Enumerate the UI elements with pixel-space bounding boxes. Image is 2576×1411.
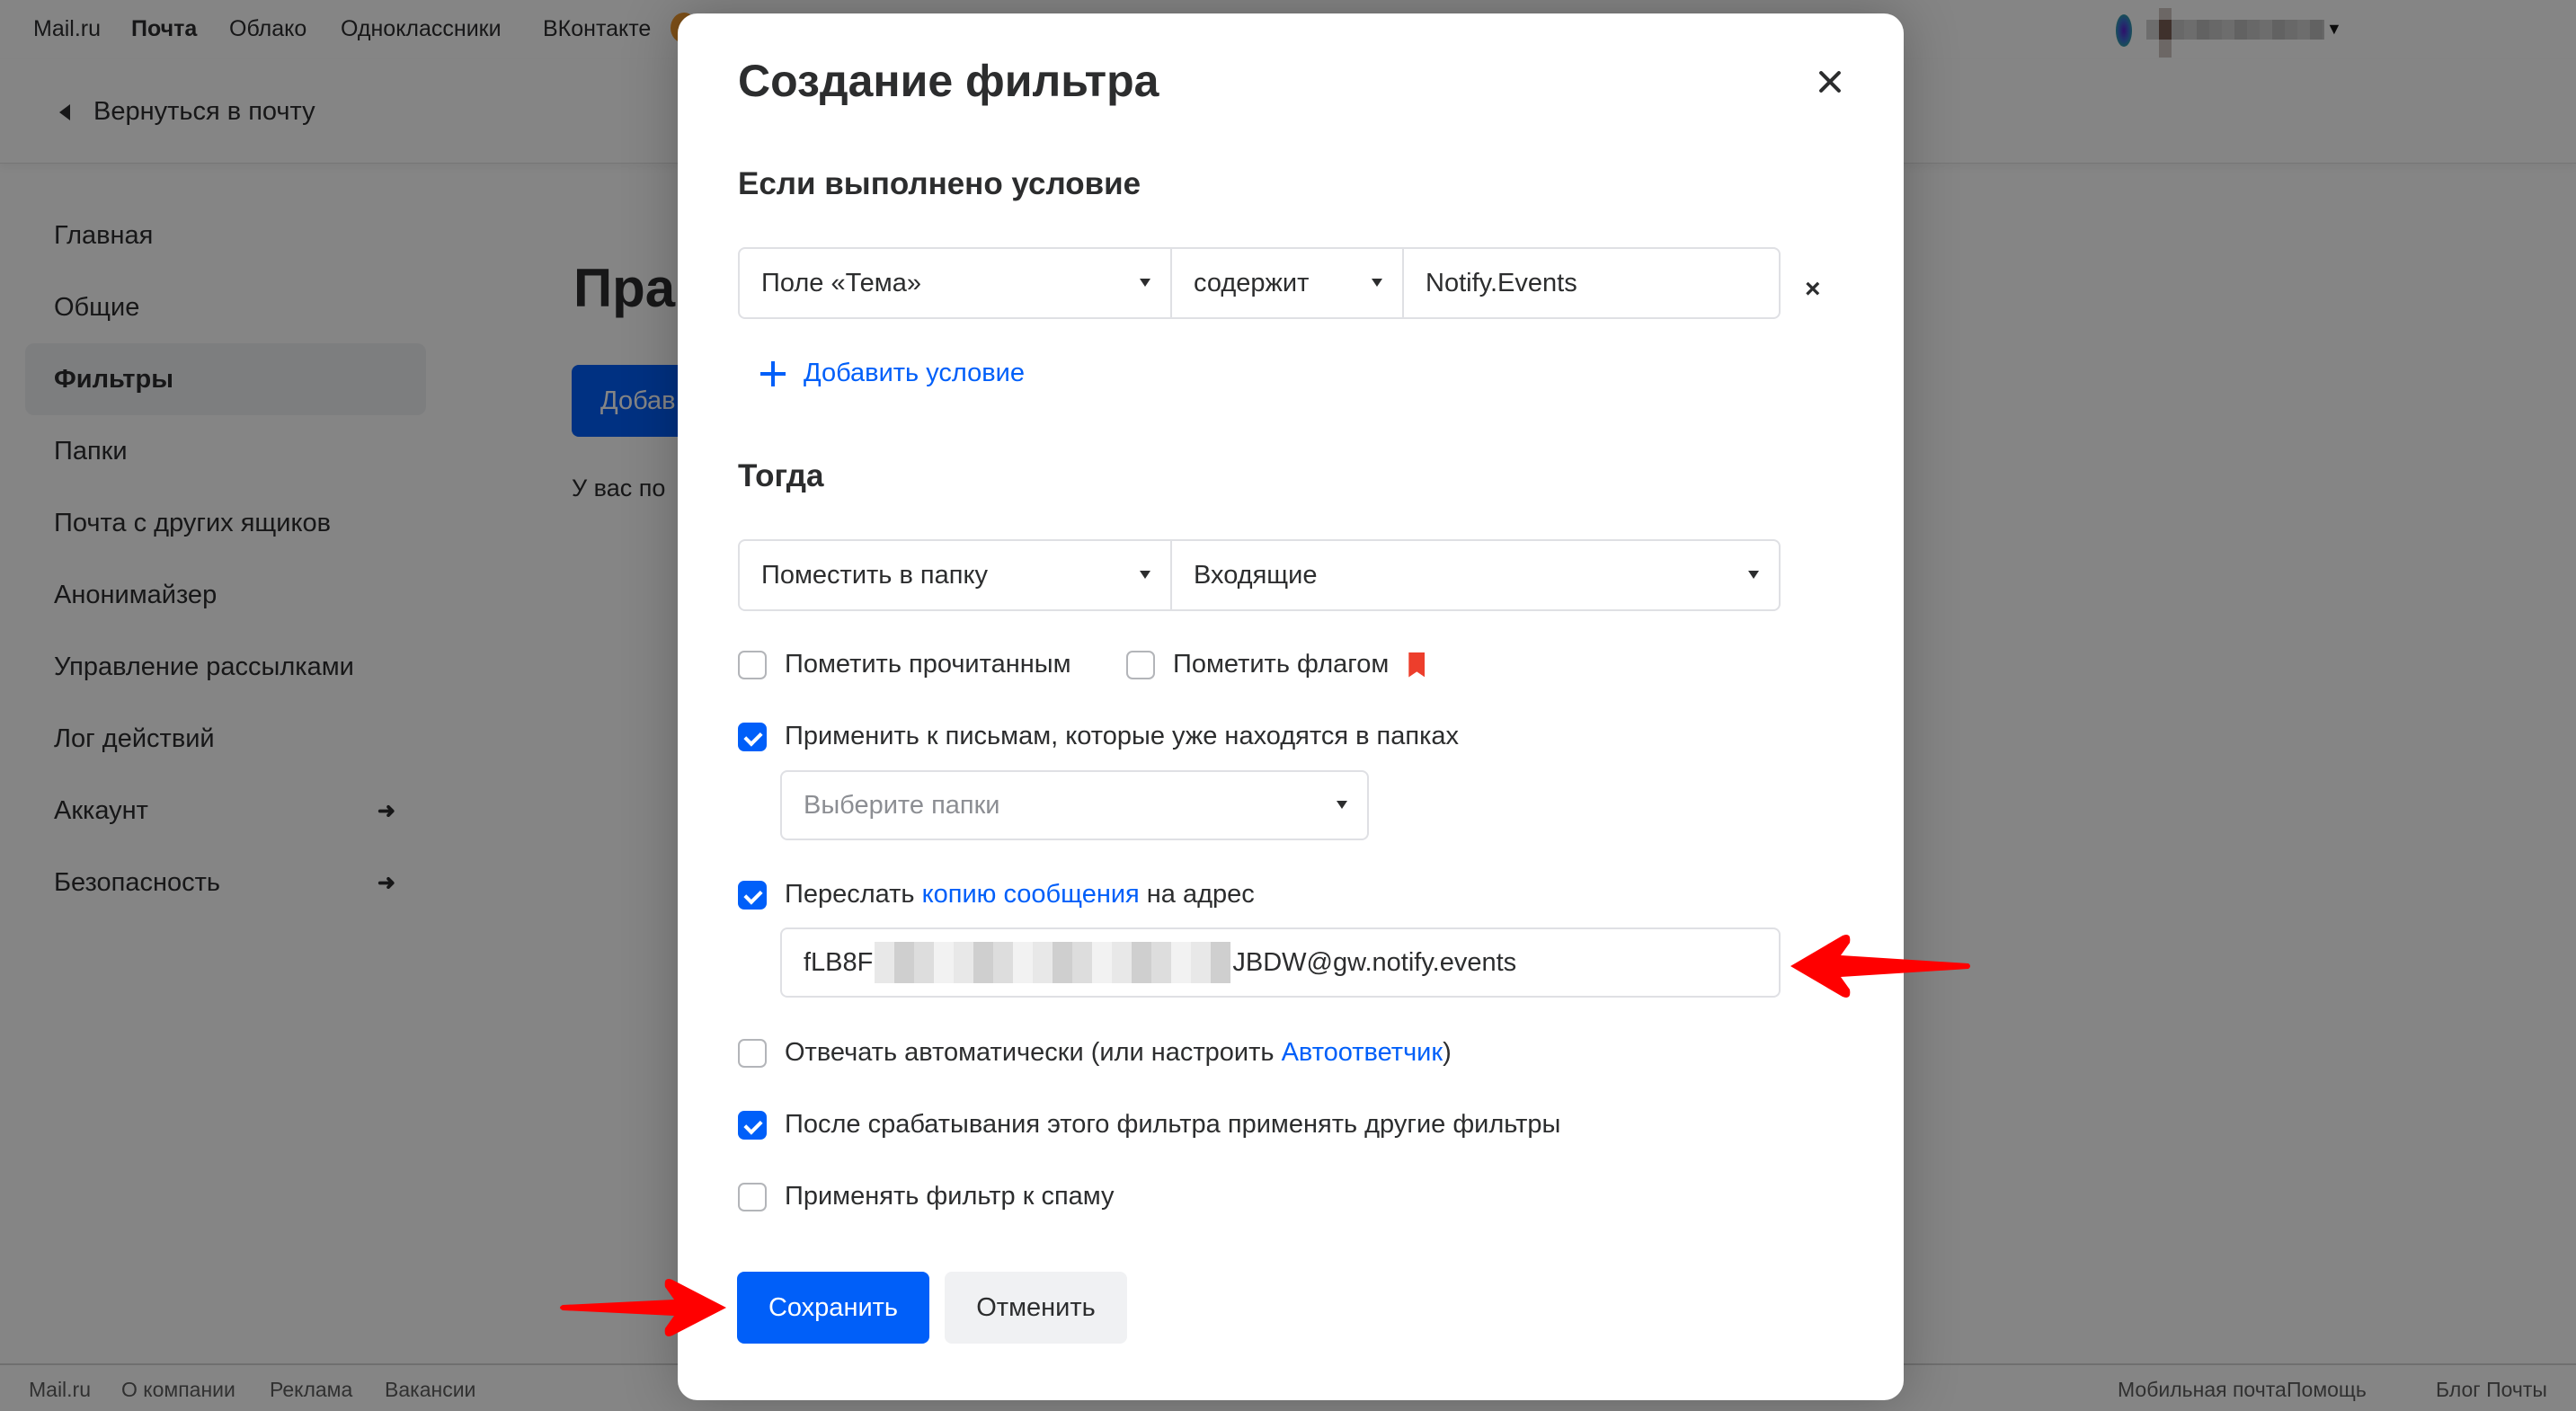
caret-down-icon	[1337, 801, 1347, 809]
apply-spam-option[interactable]: Применять фильтр к спаму	[738, 1182, 1115, 1211]
auto-reply-label-suffix: )	[1443, 1038, 1452, 1067]
add-condition-button[interactable]: Добавить условие	[760, 359, 1025, 388]
auto-reply-checkbox[interactable]	[738, 1038, 767, 1068]
caret-down-icon	[1748, 571, 1759, 579]
target-folder-value: Входящие	[1194, 560, 1318, 590]
mark-flag-option[interactable]: Пометить флагом	[1126, 650, 1426, 679]
caret-down-icon	[1372, 279, 1382, 287]
apply-spam-checkbox[interactable]	[738, 1182, 767, 1211]
auto-reply-label: Отвечать автоматически (или настроить	[785, 1038, 1275, 1067]
condition-field-value: Поле «Тема»	[761, 268, 921, 297]
forward-option[interactable]: Переслать копию сообщения на адрес	[738, 880, 1255, 910]
create-filter-dialog: Создание фильтра Если выполнено условие …	[678, 13, 1904, 1400]
condition-operator-value: содержит	[1194, 268, 1310, 297]
condition-operator-select[interactable]: содержит	[1170, 249, 1402, 317]
action-type-select[interactable]: Поместить в папку	[740, 541, 1170, 609]
continue-filters-label: После срабатывания этого фильтра применя…	[785, 1110, 1561, 1139]
forward-address-input[interactable]: fLB8F JBDW@gw.notify.events	[780, 927, 1781, 998]
close-icon[interactable]	[1812, 64, 1848, 100]
redacted-address-part	[875, 942, 1231, 983]
condition-field-select[interactable]: Поле «Тема»	[740, 249, 1170, 317]
annotation-arrow-left-icon	[1790, 935, 1970, 998]
folders-select[interactable]: Выберите папки	[780, 770, 1369, 840]
condition-row: Поле «Тема» содержит Notify.Events	[738, 247, 1781, 319]
action-type-value: Поместить в папку	[761, 560, 988, 590]
apply-existing-checkbox[interactable]	[738, 722, 767, 751]
forward-label: Переслать	[785, 880, 915, 909]
remove-condition-icon[interactable]: ×	[1805, 274, 1821, 305]
continue-filters-option[interactable]: После срабатывания этого фильтра применя…	[738, 1110, 1560, 1140]
caret-down-icon	[1140, 279, 1150, 287]
caret-down-icon	[1140, 571, 1150, 579]
dialog-title: Создание фильтра	[738, 56, 1159, 106]
save-button[interactable]: Сохранить	[737, 1272, 929, 1344]
forward-address-suffix: JBDW@gw.notify.events	[1232, 947, 1517, 977]
plus-icon	[760, 360, 786, 386]
condition-value-input[interactable]: Notify.Events	[1402, 249, 1779, 317]
action-section-title: Тогда	[738, 458, 824, 493]
mark-read-checkbox[interactable]	[738, 650, 767, 679]
condition-value-text: Notify.Events	[1426, 268, 1577, 297]
mark-read-option[interactable]: Пометить прочитанным	[738, 650, 1071, 679]
forward-address-prefix: fLB8F	[804, 947, 874, 977]
auto-reply-option[interactable]: Отвечать автоматически (или настроить Ав…	[738, 1038, 1452, 1068]
folders-select-placeholder: Выберите папки	[804, 790, 1000, 820]
apply-existing-option[interactable]: Применить к письмам, которые уже находят…	[738, 722, 1459, 751]
apply-spam-label: Применять фильтр к спаму	[785, 1182, 1115, 1211]
message-copy-link[interactable]: копию сообщения	[922, 880, 1140, 910]
mark-flag-checkbox[interactable]	[1126, 650, 1155, 679]
condition-section-title: Если выполнено условие	[738, 166, 1141, 201]
continue-filters-checkbox[interactable]	[738, 1110, 767, 1140]
add-condition-label: Добавить условие	[804, 359, 1026, 387]
mark-read-label: Пометить прочитанным	[785, 650, 1071, 679]
target-folder-select[interactable]: Входящие	[1170, 541, 1779, 609]
autoresponder-link[interactable]: Автоответчик	[1282, 1038, 1443, 1068]
forward-label-suffix: на адрес	[1146, 880, 1255, 909]
apply-existing-label: Применить к письмам, которые уже находят…	[785, 722, 1460, 750]
flag-icon	[1408, 652, 1426, 678]
annotation-arrow-right-icon	[560, 1279, 726, 1336]
forward-checkbox[interactable]	[738, 880, 767, 910]
cancel-button[interactable]: Отменить	[945, 1272, 1127, 1344]
action-row: Поместить в папку Входящие	[738, 539, 1781, 611]
mark-flag-label: Пометить флагом	[1173, 650, 1390, 679]
